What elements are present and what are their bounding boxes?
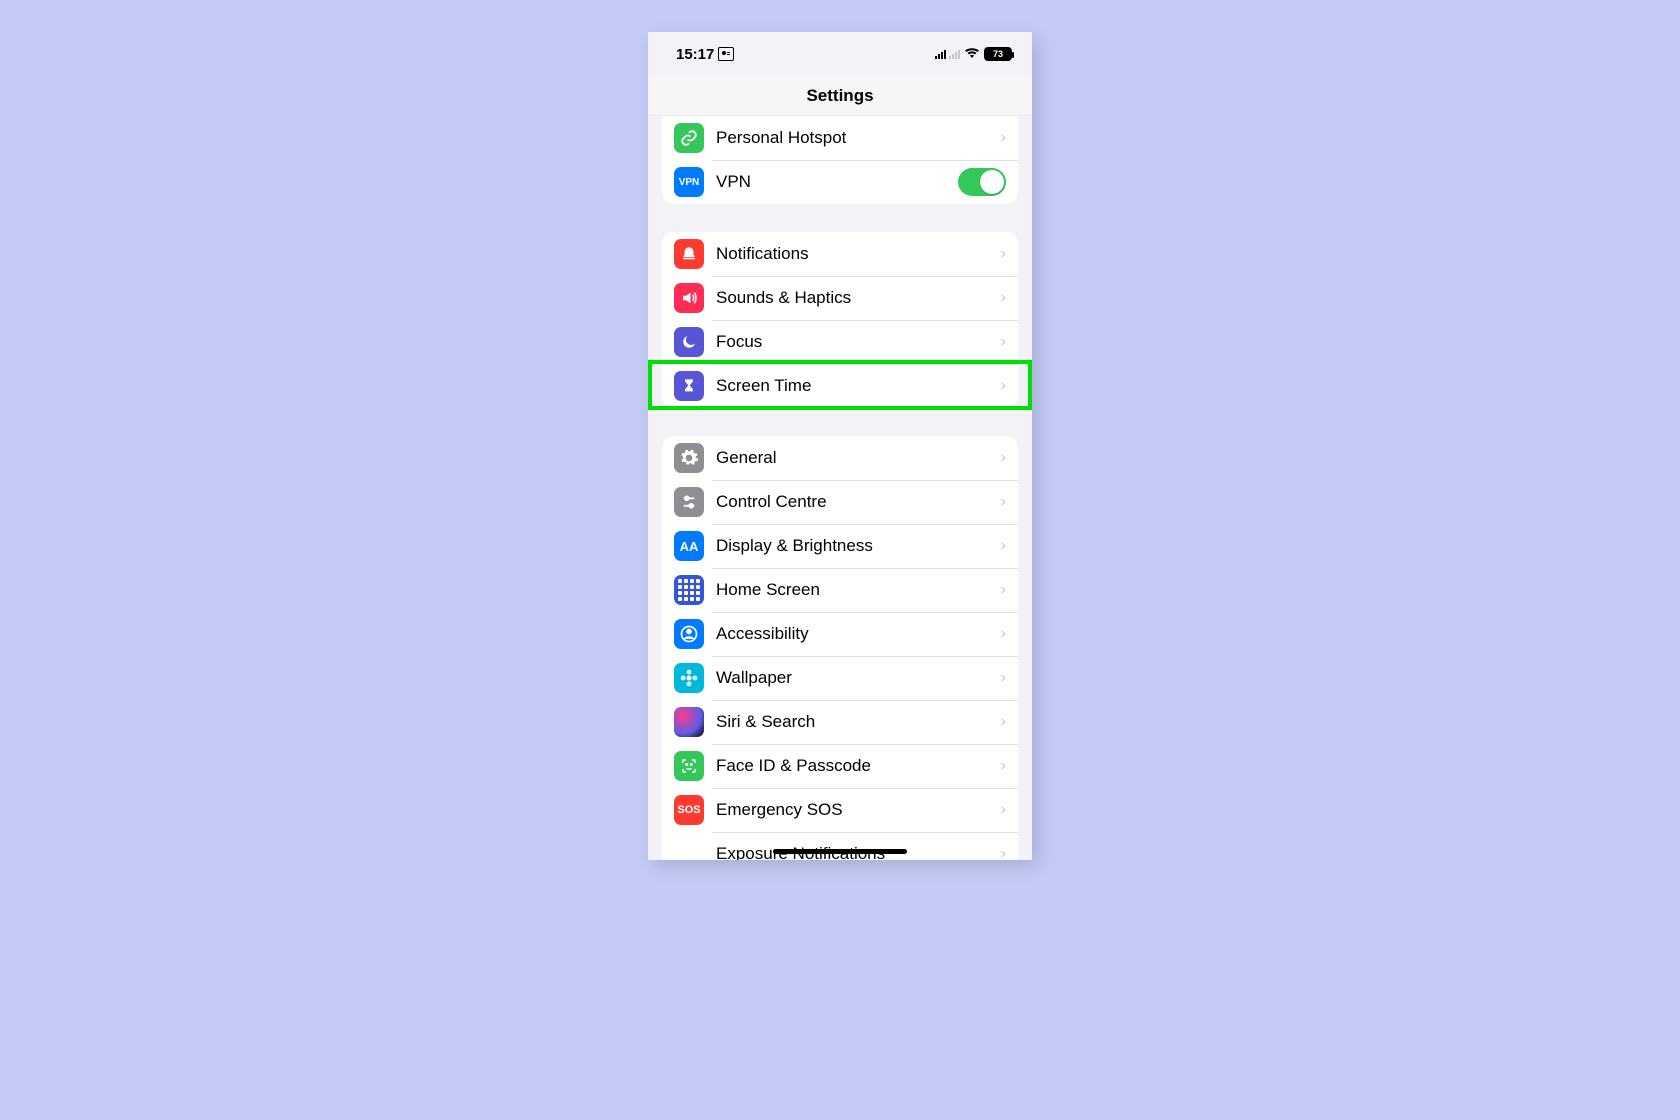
vpn-icon: VPN — [674, 167, 704, 197]
settings-row-display-brightness[interactable]: AA Display & Brightness › — [662, 524, 1018, 568]
settings-row-label: Control Centre — [716, 492, 995, 512]
settings-row-notifications[interactable]: Notifications › — [662, 232, 1018, 276]
accessibility-icon — [674, 619, 704, 649]
settings-row-sounds-haptics[interactable]: Sounds & Haptics › — [662, 276, 1018, 320]
page-title: Settings — [806, 86, 873, 106]
chevron-right-icon: › — [1001, 625, 1006, 643]
settings-row-home-screen[interactable]: Home Screen › — [662, 568, 1018, 612]
emergency-sos-icon: SOS — [674, 795, 704, 825]
status-bar: 15:17 73 — [648, 32, 1032, 76]
notifications-icon — [674, 239, 704, 269]
settings-row-label: Wallpaper — [716, 668, 995, 688]
settings-row-general[interactable]: General › — [662, 436, 1018, 480]
chevron-right-icon: › — [1001, 537, 1006, 555]
status-time: 15:17 — [676, 46, 714, 63]
chevron-right-icon: › — [1001, 713, 1006, 731]
settings-row-label: Sounds & Haptics — [716, 288, 995, 308]
status-left: 15:17 — [676, 46, 734, 63]
display-brightness-icon: AA — [674, 531, 704, 561]
settings-row-label: General — [716, 448, 995, 468]
settings-row-label: Home Screen — [716, 580, 995, 600]
settings-row-label: Emergency SOS — [716, 800, 995, 820]
chevron-right-icon: › — [1001, 669, 1006, 687]
faceid-passcode-icon — [674, 751, 704, 781]
chevron-right-icon: › — [1001, 493, 1006, 511]
wifi-icon — [964, 46, 980, 62]
settings-row-label: Accessibility — [716, 624, 995, 644]
wallpaper-icon — [674, 663, 704, 693]
chevron-right-icon: › — [1001, 245, 1006, 263]
nav-header: Settings — [648, 76, 1032, 116]
settings-group-connectivity: Personal Hotspot › VPN VPN — [662, 116, 1018, 204]
exposure-notifications-icon — [674, 839, 704, 860]
settings-row-accessibility[interactable]: Accessibility › — [662, 612, 1018, 656]
chevron-right-icon: › — [1001, 377, 1006, 395]
chevron-right-icon: › — [1001, 289, 1006, 307]
settings-row-label: Face ID & Passcode — [716, 756, 995, 776]
cellular-signal-icon — [935, 49, 960, 59]
settings-row-label: Siri & Search — [716, 712, 995, 732]
chevron-right-icon: › — [1001, 581, 1006, 599]
chevron-right-icon: › — [1001, 449, 1006, 467]
screen-time-icon — [674, 371, 704, 401]
settings-row-faceid-passcode[interactable]: Face ID & Passcode › — [662, 744, 1018, 788]
sounds-haptics-icon — [674, 283, 704, 313]
battery-level: 73 — [993, 49, 1003, 59]
vpn-toggle[interactable] — [958, 168, 1006, 196]
home-screen-icon — [674, 575, 704, 605]
general-icon — [674, 443, 704, 473]
settings-row-personal-hotspot[interactable]: Personal Hotspot › — [662, 116, 1018, 160]
personal-hotspot-icon — [674, 123, 704, 153]
settings-row-exposure-notifications[interactable]: Exposure Notifications› — [662, 832, 1018, 860]
home-indicator[interactable] — [773, 849, 907, 854]
settings-row-focus[interactable]: Focus › — [662, 320, 1018, 364]
siri-search-icon — [674, 707, 704, 737]
settings-row-control-centre[interactable]: Control Centre › — [662, 480, 1018, 524]
settings-group-attention: Notifications›Sounds & Haptics›Focus›Scr… — [662, 232, 1018, 408]
focus-icon — [674, 327, 704, 357]
settings-row-label: Notifications — [716, 244, 995, 264]
chevron-right-icon: › — [1001, 757, 1006, 775]
settings-row-emergency-sos[interactable]: SOS Emergency SOS › — [662, 788, 1018, 832]
chevron-right-icon: › — [1001, 845, 1006, 860]
chevron-right-icon: › — [1001, 333, 1006, 351]
battery-icon: 73 — [984, 47, 1012, 61]
contact-card-icon — [718, 47, 734, 61]
settings-scroll[interactable]: Personal Hotspot›VPNVPN Notifications›So… — [648, 116, 1032, 860]
settings-group-general: General › Control Centre › AA Display & Brigh… — [662, 436, 1018, 860]
settings-row-label: Display & Brightness — [716, 536, 995, 556]
settings-row-vpn[interactable]: VPN VPN — [662, 160, 1018, 204]
settings-row-label: Focus — [716, 332, 995, 352]
chevron-right-icon: › — [1001, 801, 1006, 819]
settings-row-label: Personal Hotspot — [716, 128, 995, 148]
settings-row-wallpaper[interactable]: Wallpaper › — [662, 656, 1018, 700]
settings-row-label: VPN — [716, 172, 958, 192]
chevron-right-icon: › — [1001, 129, 1006, 147]
settings-row-screen-time[interactable]: Screen Time › — [662, 364, 1018, 408]
control-centre-icon — [674, 487, 704, 517]
settings-row-label: Screen Time — [716, 376, 995, 396]
phone-frame: 15:17 73 Settings Personal Hotspot›VPNVP… — [648, 32, 1032, 860]
status-right: 73 — [935, 46, 1012, 62]
settings-row-siri-search[interactable]: Siri & Search › — [662, 700, 1018, 744]
